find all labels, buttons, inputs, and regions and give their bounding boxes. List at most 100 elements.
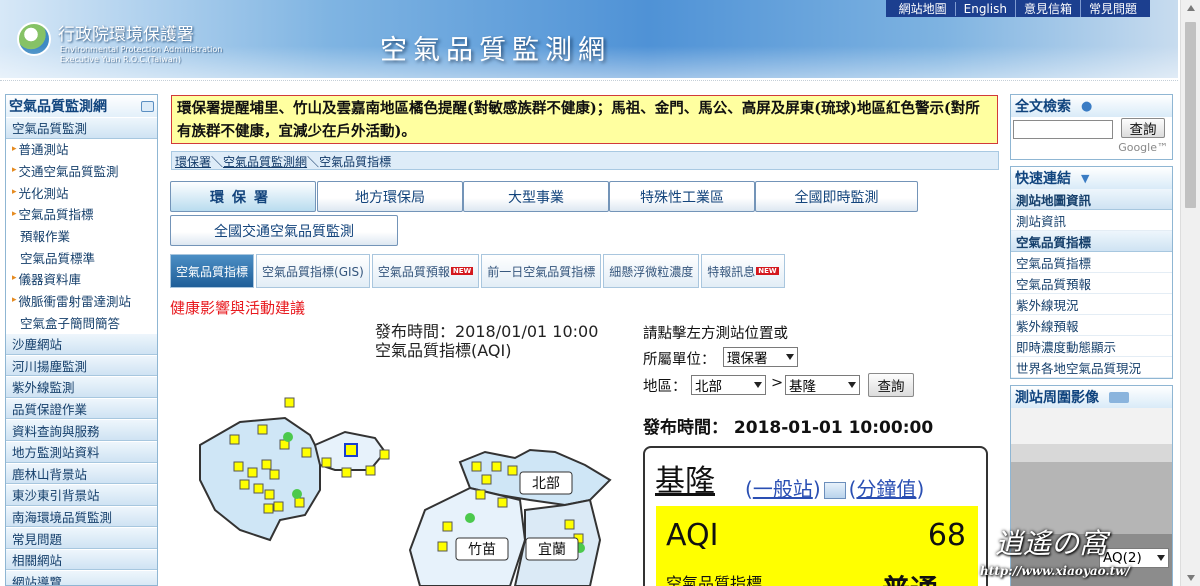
chart-icon[interactable] bbox=[823, 482, 846, 499]
breadcrumb-epa[interactable]: 環保署 bbox=[175, 155, 211, 169]
station-marker[interactable] bbox=[341, 467, 352, 478]
left-menu-item[interactable]: 南海環境品質監測 bbox=[6, 505, 157, 528]
left-menu-item[interactable]: 河川揚塵監測 bbox=[6, 354, 157, 377]
health-heading[interactable]: 健康影響與活動建議 bbox=[170, 297, 305, 318]
quick-link-item[interactable]: 即時濃度動態顯示 bbox=[1011, 336, 1172, 357]
station-marker[interactable] bbox=[321, 457, 332, 468]
station-marker[interactable] bbox=[261, 459, 272, 470]
sub-tab[interactable]: 空氣品質指標 bbox=[170, 254, 255, 288]
left-menu-item[interactable]: 沙塵網站 bbox=[6, 332, 157, 355]
selected-station-marker[interactable] bbox=[344, 443, 358, 457]
station-marker[interactable] bbox=[491, 461, 502, 472]
quick-link-item[interactable]: 紫外線預報 bbox=[1011, 315, 1172, 336]
tab-epa[interactable]: 環保署 bbox=[170, 181, 316, 212]
map-label-zhumiao[interactable]: 竹苗 bbox=[468, 542, 496, 558]
station-marker[interactable] bbox=[481, 474, 492, 485]
agency-name[interactable]: 行政院環境保護署 bbox=[58, 20, 194, 45]
station-marker[interactable] bbox=[301, 447, 312, 458]
left-menu-item[interactable]: 東沙東引背景站 bbox=[6, 484, 157, 506]
quick-link-item[interactable]: 空氣品質指標 bbox=[1011, 252, 1172, 273]
quick-link-item[interactable]: 測站資訊 bbox=[1011, 210, 1172, 231]
left-menu-item[interactable]: 空氣品質監測 bbox=[6, 117, 157, 139]
area-select[interactable]: 北部 bbox=[691, 375, 766, 395]
sub-tab[interactable]: 特報訊息 NEW bbox=[701, 254, 785, 288]
station-marker[interactable] bbox=[437, 541, 448, 552]
left-menu-item[interactable]: 網站導覽 bbox=[6, 570, 157, 585]
station-marker[interactable] bbox=[263, 503, 274, 514]
search-button[interactable]: 查詢 bbox=[1121, 118, 1165, 138]
left-menu-item[interactable]: 地方監測站資料 bbox=[6, 440, 157, 463]
epa-logo-icon[interactable] bbox=[17, 22, 51, 56]
taiwan-map-svg[interactable]: 北部 竹苗 宜蘭 bbox=[170, 380, 630, 586]
station-marker[interactable] bbox=[273, 501, 284, 512]
station-marker[interactable] bbox=[365, 465, 376, 476]
unit-select[interactable]: 環保署 bbox=[723, 347, 798, 367]
station-marker[interactable] bbox=[239, 479, 250, 490]
station-marker[interactable] bbox=[264, 489, 275, 500]
station-marker[interactable] bbox=[257, 424, 268, 435]
tab-local-epa[interactable]: 地方環保局 bbox=[317, 181, 463, 212]
left-menu-item[interactable]: 鹿林山背景站 bbox=[6, 462, 157, 485]
traffic-station-marker[interactable] bbox=[465, 513, 475, 523]
tab-realtime[interactable]: 全國即時監測 bbox=[755, 181, 918, 212]
sub-tab[interactable]: 空氣品質預報 NEW bbox=[371, 254, 480, 288]
quick-link-item[interactable]: 空氣品質指標 bbox=[1011, 231, 1172, 252]
left-menu-item[interactable]: 相關網站 bbox=[6, 548, 157, 571]
quick-link-item[interactable]: 紫外線現況 bbox=[1011, 294, 1172, 315]
left-menu-item[interactable]: 空氣品質標準 bbox=[6, 247, 157, 269]
station-marker[interactable] bbox=[379, 449, 390, 460]
sub-tab[interactable]: 前一日空氣品質指標 bbox=[481, 254, 602, 288]
map-label-north[interactable]: 北部 bbox=[532, 476, 560, 492]
map-label-yilan[interactable]: 宜蘭 bbox=[538, 542, 566, 558]
scroll-up-icon[interactable] bbox=[1187, 5, 1195, 11]
left-menu-item[interactable]: 空氣盒子簡問簡答 bbox=[6, 311, 157, 333]
station-marker[interactable] bbox=[233, 461, 244, 472]
scroll-thumb[interactable] bbox=[1185, 22, 1196, 208]
left-menu-item[interactable]: ▸ 微脈衝雷射雷達測站 bbox=[6, 290, 157, 312]
sub-tab[interactable]: 空氣品質指標(GIS) bbox=[256, 254, 370, 288]
left-menu-item[interactable]: ▸ 光化測站 bbox=[6, 182, 157, 204]
station-name[interactable]: 基隆 bbox=[655, 456, 715, 500]
station-marker[interactable] bbox=[294, 497, 305, 508]
left-menu-item[interactable]: 資料查詢與服務 bbox=[6, 419, 157, 441]
tab-traffic[interactable]: 全國交通空氣品質監測 bbox=[170, 215, 398, 246]
traffic-station-marker[interactable] bbox=[292, 489, 302, 499]
station-marker[interactable] bbox=[247, 467, 258, 478]
scroll-down-icon[interactable] bbox=[1187, 575, 1195, 581]
faq-link[interactable]: 常見問題 bbox=[1079, 0, 1145, 17]
station-marker[interactable] bbox=[564, 519, 575, 530]
station-marker[interactable] bbox=[229, 434, 240, 445]
quick-link-item[interactable]: 世界各地空氣品質現況 bbox=[1011, 357, 1172, 378]
station-marker[interactable] bbox=[284, 397, 295, 408]
station-map[interactable]: 北部 竹苗 宜蘭 bbox=[170, 380, 630, 586]
english-link[interactable]: English bbox=[954, 1, 1015, 16]
left-menu-item[interactable]: ▸ 儀器資料庫 bbox=[6, 268, 157, 290]
left-menu-item[interactable]: 紫外線監測 bbox=[6, 376, 157, 398]
left-menu-item[interactable]: 預報作業 bbox=[6, 225, 157, 247]
station-marker[interactable] bbox=[497, 497, 508, 508]
sitemap-link[interactable]: 網站地圖 bbox=[891, 0, 955, 17]
left-menu-item[interactable]: 品質保證作業 bbox=[6, 397, 157, 420]
station-marker[interactable] bbox=[475, 489, 486, 500]
left-menu-item[interactable]: ▸ 普通測站 bbox=[6, 139, 157, 161]
station-marker[interactable] bbox=[471, 461, 482, 472]
station-type-link[interactable]: 一般站 bbox=[753, 477, 813, 501]
breadcrumb-airnet[interactable]: 空氣品質監測網 bbox=[223, 155, 307, 169]
page-scrollbar[interactable] bbox=[1180, 0, 1200, 586]
traffic-station-marker[interactable] bbox=[283, 432, 293, 442]
feedback-link[interactable]: 意見信箱 bbox=[1014, 0, 1080, 17]
station-marker[interactable] bbox=[269, 469, 280, 480]
tab-large-enterprise[interactable]: 大型事業 bbox=[463, 181, 609, 212]
sub-tab[interactable]: 細懸浮微粒濃度 bbox=[603, 254, 700, 288]
query-button[interactable]: 查詢 bbox=[868, 373, 914, 397]
left-menu-item[interactable]: ▸ 交通空氣品質監測 bbox=[6, 160, 157, 182]
county-select[interactable]: 基隆 bbox=[785, 375, 860, 395]
station-marker[interactable] bbox=[442, 521, 453, 532]
quick-link-item[interactable]: 空氣品質預報 bbox=[1011, 273, 1172, 294]
left-menu-item[interactable]: ▸ 空氣品質指標 bbox=[6, 203, 157, 225]
search-input[interactable] bbox=[1013, 120, 1113, 139]
quick-link-item[interactable]: 測站地圖資訊 bbox=[1011, 189, 1172, 210]
minute-value-link[interactable]: 分鐘值 bbox=[856, 477, 916, 501]
station-marker[interactable] bbox=[507, 465, 518, 476]
station-marker[interactable] bbox=[253, 483, 264, 494]
